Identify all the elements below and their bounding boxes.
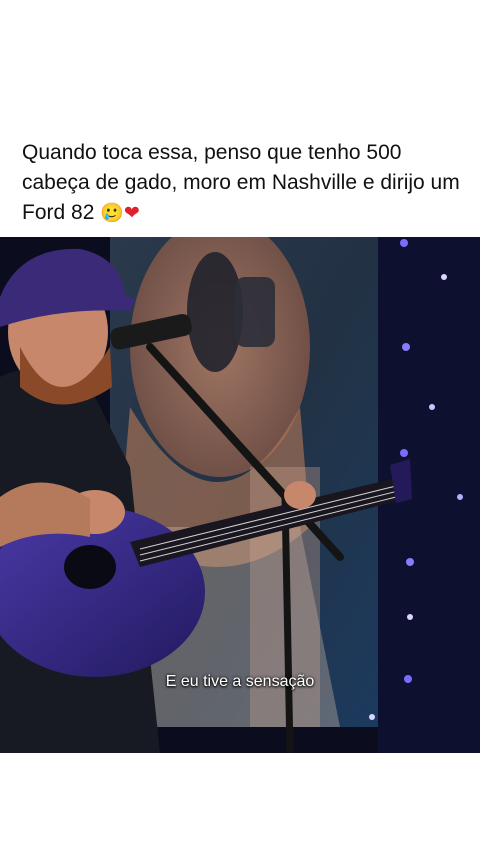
post-caption: Quando toca essa, penso que tenho 500 ca… xyxy=(22,138,470,228)
caption-text: Quando toca essa, penso que tenho 500 ca… xyxy=(22,141,460,224)
red-heart-emoji-icon: ❤ xyxy=(123,202,140,224)
video-player[interactable]: E eu tive a sensação xyxy=(0,237,480,753)
smiling-tear-emoji-icon: 🥲 xyxy=(100,202,124,224)
video-subtitle: E eu tive a sensação xyxy=(165,673,315,690)
